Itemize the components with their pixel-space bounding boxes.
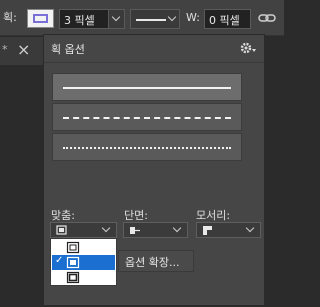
stroke-preset-dotted[interactable]	[52, 133, 242, 161]
align-inside-icon	[66, 241, 80, 254]
solid-line-sample	[63, 87, 231, 89]
corners-dropdown[interactable]	[196, 222, 261, 238]
stroke-width-dropdown[interactable]	[108, 9, 125, 29]
stroke-type-dropdown[interactable]	[130, 9, 180, 29]
stroke-preset-solid[interactable]	[52, 73, 242, 101]
dotted-line-sample	[63, 147, 231, 149]
align-option-center[interactable]: ✓	[52, 255, 115, 270]
dashed-line-sample	[63, 117, 231, 119]
align-center-icon	[66, 256, 80, 269]
chevron-down-icon	[172, 223, 182, 233]
w-field[interactable]: 0 픽셀	[204, 9, 251, 29]
stroke-solid-line-icon	[136, 19, 166, 21]
align-label: 맞춤:	[51, 209, 75, 222]
chevron-down-icon	[111, 12, 121, 22]
close-icon[interactable]: ×	[17, 40, 30, 59]
more-options-button[interactable]: 옵션 확장...	[118, 250, 194, 272]
link-icon[interactable]	[258, 11, 276, 25]
check-icon: ✓	[55, 255, 64, 266]
align-options-list: ✓	[50, 238, 117, 286]
w-label: W:	[186, 11, 200, 24]
panel-title: 획 옵션	[51, 43, 85, 56]
more-options-label: 옵션 확장...	[125, 256, 180, 269]
caps-label: 단면:	[124, 209, 148, 222]
align-dropdown[interactable]	[50, 222, 117, 238]
corners-label: 모서리:	[196, 209, 231, 222]
gear-icon[interactable]	[240, 41, 258, 55]
stroke-width-value: 3 픽셀	[64, 14, 95, 27]
w-value: 0 픽셀	[209, 14, 240, 27]
caps-dropdown[interactable]	[123, 222, 188, 238]
stroke-label: 획:	[3, 11, 17, 24]
stroke-color-swatch[interactable]	[27, 9, 54, 28]
cap-butt-icon	[130, 227, 140, 234]
chevron-down-icon	[167, 12, 177, 22]
chevron-down-icon	[101, 223, 111, 233]
align-outside-icon	[66, 271, 80, 284]
modified-indicator: *	[2, 43, 8, 56]
corner-miter-icon	[203, 226, 212, 235]
align-option-outside[interactable]	[52, 270, 115, 285]
align-option-inside[interactable]	[52, 240, 115, 255]
stroke-width-field[interactable]: 3 픽셀	[59, 9, 109, 29]
chevron-down-icon	[245, 223, 255, 233]
align-inside-icon	[56, 225, 67, 235]
stroke-preset-dashed[interactable]	[52, 103, 242, 131]
panel-divider	[44, 62, 264, 63]
